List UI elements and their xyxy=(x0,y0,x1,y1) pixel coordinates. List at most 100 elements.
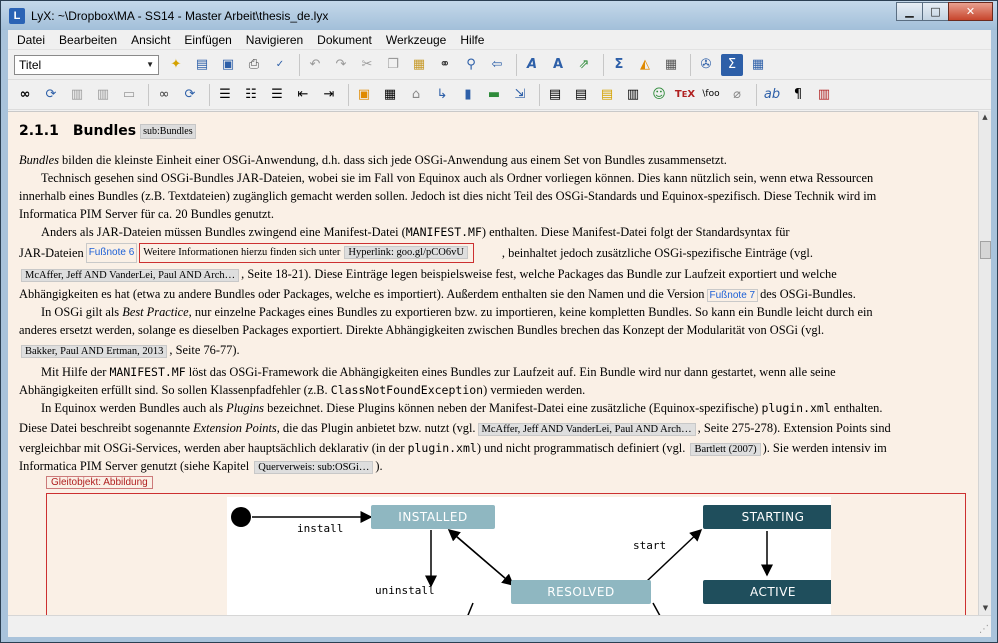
paragraph-3-line-1[interactable]: Anders als JAR-Dateien müssen Bundles zw… xyxy=(19,223,962,241)
insert-command-icon[interactable]: \foo xyxy=(700,84,722,106)
title-bar[interactable]: L LyX: ~\Dropbox\MA - SS14 - Master Arbe… xyxy=(1,1,997,30)
paragraph-4-line-3[interactable]: Bakker, Paul AND Ertman, 2013, Seite 76-… xyxy=(19,341,962,361)
document-settings-icon[interactable]: ▥ xyxy=(813,84,835,106)
scroll-down-icon[interactable]: ▼ xyxy=(979,602,992,615)
text-style-icon[interactable]: A xyxy=(547,54,569,76)
paragraph-1[interactable]: Bundles bilden die kleinste Einheit eine… xyxy=(19,151,962,169)
citation-inset[interactable]: Bartlett (2007) xyxy=(690,443,761,456)
paste-icon[interactable]: ▦ xyxy=(408,54,430,76)
view-icon[interactable]: ∞ xyxy=(14,84,36,106)
depth-increase-icon[interactable]: ⇤ xyxy=(292,84,314,106)
insert-graphics-icon[interactable]: ◭ xyxy=(634,54,656,76)
insert-box-icon[interactable]: ☺ xyxy=(648,84,670,106)
copy-icon[interactable]: ❐ xyxy=(382,54,404,76)
paragraph-4-line-2[interactable]: anderes ersetzt werden, solange es diese… xyxy=(19,321,962,339)
vertical-scrollbar[interactable]: ▲ ▼ xyxy=(978,111,991,615)
update-pdf-icon[interactable]: ⟳ xyxy=(179,84,201,106)
outdent-icon[interactable]: ⇥ xyxy=(318,84,340,106)
insert-cross-reference-icon[interactable]: ↳ xyxy=(431,84,453,106)
footnote-6-box[interactable]: Weitere Informationen hierzu finden sich… xyxy=(139,243,474,263)
search-icon[interactable]: ⚲ xyxy=(460,54,482,76)
menu-hilfe[interactable]: Hilfe xyxy=(453,30,491,50)
cut-icon[interactable]: ✂ xyxy=(356,54,378,76)
menu-werkzeuge[interactable]: Werkzeuge xyxy=(379,30,453,50)
view-other-icon[interactable]: ▭ xyxy=(118,84,140,106)
math-icon[interactable]: Σ xyxy=(608,54,630,76)
section-label-inset[interactable]: sub:Bundles xyxy=(140,123,196,139)
insert-note-icon[interactable]: ▤ xyxy=(596,84,618,106)
update-icon[interactable]: ⟳ xyxy=(40,84,62,106)
insert-margin-note-icon[interactable]: ▤ xyxy=(570,84,592,106)
citation-inset[interactable]: McAffer, Jeff AND VanderLei, Paul AND Ar… xyxy=(477,423,696,436)
navigator-icon[interactable]: ✇ xyxy=(695,54,717,76)
update-master-icon[interactable]: ▥ xyxy=(92,84,114,106)
paragraph-6-line-2[interactable]: Diese Datei beschreibt sogenannte Extens… xyxy=(19,419,962,439)
menu-einfuegen[interactable]: Einfügen xyxy=(177,30,238,50)
redo-icon[interactable]: ↷ xyxy=(330,54,352,76)
menu-ansicht[interactable]: Ansicht xyxy=(124,30,177,50)
insert-label-icon[interactable]: ⌂ xyxy=(405,84,427,106)
change-tracking-icon[interactable]: ⇗ xyxy=(573,54,595,76)
view-pdf-icon[interactable]: ∞ xyxy=(153,84,175,106)
section-heading[interactable]: 2.1.1 Bundles sub:Bundles xyxy=(19,123,196,139)
menu-dokument[interactable]: Dokument xyxy=(310,30,379,50)
footnote-7-button[interactable]: Fußnote 7 xyxy=(706,289,759,302)
resize-grip-icon[interactable]: ⋰ xyxy=(979,624,989,635)
paragraph-3-line-2[interactable]: JAR-Dateien Fußnote 6 Weitere Informatio… xyxy=(19,243,962,263)
hyperlink-inset[interactable]: Hyperlink: goo.gl/pCO6vU xyxy=(344,246,468,259)
insert-citation-icon[interactable]: ▮ xyxy=(457,84,479,106)
depth-decrease-icon[interactable]: ☰ xyxy=(266,84,288,106)
enumerate-icon[interactable]: ☷ xyxy=(240,84,262,106)
minimize-button[interactable]: ▁ xyxy=(896,2,923,21)
open-document-icon[interactable]: ▤ xyxy=(191,54,213,76)
print-icon[interactable]: ⎙ xyxy=(243,54,265,76)
save-icon[interactable]: ▣ xyxy=(217,54,239,76)
close-button[interactable]: ✕ xyxy=(948,2,993,21)
spellcheck-icon[interactable]: ✓ xyxy=(269,54,291,76)
find-replace-icon[interactable]: ⚭ xyxy=(434,54,456,76)
text-style-dialog-icon[interactable]: ab xyxy=(761,84,783,106)
paragraph-3-line-4[interactable]: Abhängigkeiten es hat (etwa zu andere Bu… xyxy=(19,285,962,305)
back-icon[interactable]: ⇦ xyxy=(486,54,508,76)
insert-table-float-icon[interactable]: ▦ xyxy=(379,84,401,106)
footnote-6-button[interactable]: Fußnote 6 xyxy=(85,243,138,263)
math-panel-icon[interactable]: Σ xyxy=(721,53,743,76)
view-master-icon[interactable]: ▥ xyxy=(66,84,88,106)
cross-reference-inset[interactable]: Querverweis: sub:OSGi… xyxy=(254,461,374,474)
citation-inset[interactable]: McAffer, Jeff AND VanderLei, Paul AND Ar… xyxy=(21,269,240,282)
paragraph-6-line-4[interactable]: Informatica PIM Server genutzt (siehe Ka… xyxy=(19,457,962,477)
undo-icon[interactable]: ↶ xyxy=(304,54,326,76)
paragraph-5-line-1[interactable]: Mit Hilfe der MANIFEST.MF löst das OSGi-… xyxy=(19,363,962,381)
emphasis-icon[interactable]: A xyxy=(521,54,543,76)
insert-table-icon[interactable]: ▦ xyxy=(660,54,682,76)
paragraph-5-line-2[interactable]: Abhängigkeiten erfüllt sind. So sollen K… xyxy=(19,381,962,399)
scrollbar-thumb[interactable] xyxy=(980,241,991,259)
float-figure-label[interactable]: Gleitobjekt: Abbildung xyxy=(46,476,153,489)
citation-inset[interactable]: Bakker, Paul AND Ertman, 2013 xyxy=(21,345,168,358)
paragraph-2-line-1[interactable]: Technisch gesehen sind OSGi-Bundles JAR-… xyxy=(19,169,962,187)
paragraph-3-line-3[interactable]: McAffer, Jeff AND VanderLei, Paul AND Ar… xyxy=(19,265,962,285)
paragraph-2-line-3[interactable]: Informatica PIM Server für ca. 20 Bundle… xyxy=(19,205,962,223)
document-view[interactable]: 2.1.1 Bundles sub:Bundles Bundles bilden… xyxy=(8,111,978,615)
insert-figure-float-icon[interactable]: ▣ xyxy=(353,84,375,106)
menu-bearbeiten[interactable]: Bearbeiten xyxy=(52,30,124,50)
insert-hyperlink-icon[interactable]: ⇲ xyxy=(509,84,531,106)
itemize-icon[interactable]: ☰ xyxy=(214,84,236,106)
insert-listing-icon[interactable]: ▥ xyxy=(622,84,644,106)
table-panel-icon[interactable]: ▦ xyxy=(747,54,769,76)
insert-index-icon[interactable]: ▬ xyxy=(483,84,505,106)
paragraph-settings-icon[interactable]: ¶ xyxy=(787,84,809,106)
insert-attachment-icon[interactable]: ⌀ xyxy=(726,84,748,106)
paragraph-6-line-1[interactable]: In Equinox werden Bundles auch als Plugi… xyxy=(19,399,962,417)
paragraph-6-line-3[interactable]: vergleichbar mit OSGi-Services, werden a… xyxy=(19,439,962,459)
float-figure[interactable]: INSTALLED RESOLVED STARTING ACTIVE insta… xyxy=(46,493,966,615)
insert-tex-icon[interactable]: TEX xyxy=(674,84,696,106)
paragraph-layout-select[interactable]: Titel ▼ xyxy=(14,54,159,75)
paragraph-4-line-1[interactable]: In OSGi gilt als Best Practice, nur einz… xyxy=(19,303,962,321)
menu-navigieren[interactable]: Navigieren xyxy=(239,30,310,50)
insert-footnote-icon[interactable]: ▤ xyxy=(544,84,566,106)
menu-datei[interactable]: Datei xyxy=(10,30,52,50)
scroll-up-icon[interactable]: ▲ xyxy=(979,111,991,124)
new-document-icon[interactable]: ✦ xyxy=(165,54,187,76)
paragraph-2-line-2[interactable]: innerhalb eines Bundles (z.B. Textdateie… xyxy=(19,187,962,205)
